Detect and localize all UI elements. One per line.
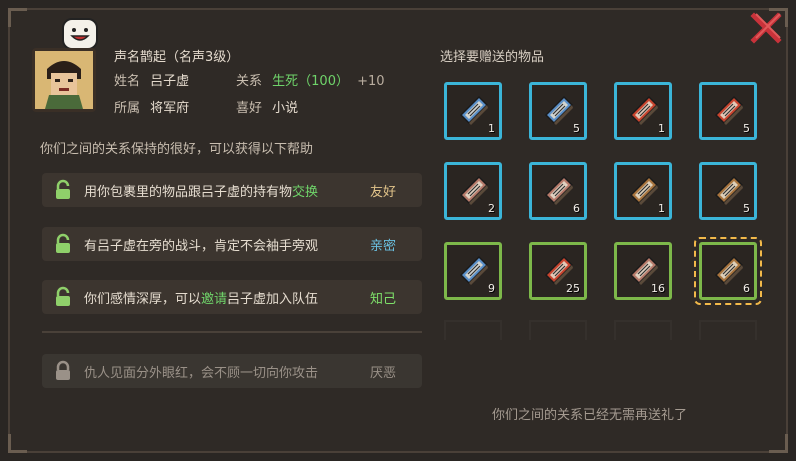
- item-count: 5: [573, 122, 580, 135]
- hobby-label: 喜好: [236, 101, 263, 116]
- benefit-highlight: 邀请: [201, 291, 228, 307]
- frame-corner: [769, 434, 788, 453]
- unlock-icon: [56, 233, 70, 253]
- item-slot[interactable]: 25: [529, 242, 587, 300]
- lock-icon: [56, 360, 70, 380]
- frame-corner: [8, 434, 27, 453]
- tier-label: 知己: [370, 291, 397, 307]
- item-slot[interactable]: 6: [694, 237, 762, 305]
- item-count: 6: [573, 202, 580, 215]
- book-icon: [459, 175, 489, 205]
- book-icon: [629, 95, 659, 125]
- item-slot[interactable]: 2: [444, 162, 502, 220]
- benefit-assist: 有吕子虚在旁的战斗，肯定不会袖手旁观 亲密: [42, 227, 422, 261]
- tier-label: 亲密: [370, 238, 397, 254]
- book-icon: [714, 255, 744, 285]
- benefit-desc: 仇人见面分外眼红，会不顾一切向你攻击: [84, 365, 319, 381]
- benefit-invite: 你们感情深厚，可以邀请吕子虚加入队伍 知己: [42, 280, 422, 314]
- item-slot[interactable]: 5: [699, 82, 757, 140]
- item-count: 6: [743, 282, 750, 295]
- item-count: 1: [658, 202, 665, 215]
- fame-text: 声名鹊起（名声3级）: [114, 50, 240, 65]
- book-icon: [459, 95, 489, 125]
- benefit-text: 用你包裹里的物品跟吕子虚的持有物: [84, 184, 293, 200]
- hobby-row: 喜好 小说: [236, 97, 298, 116]
- item-count: 25: [566, 282, 580, 295]
- relation-row: 关系 生死（100） +10: [236, 70, 385, 89]
- item-count: 5: [743, 122, 750, 135]
- item-count: 9: [488, 282, 495, 295]
- help-text: 你们之间的关系保持的很好，可以获得以下帮助: [40, 142, 314, 157]
- unlock-icon: [56, 286, 70, 306]
- benefit-desc: 你们感情深厚，可以邀请吕子虚加入队伍: [84, 288, 370, 307]
- benefit-desc: 有吕子虚在旁的战斗，肯定不会袖手旁观: [84, 238, 319, 254]
- relation-bonus: +10: [357, 74, 385, 89]
- benefit-highlight: 交换: [292, 184, 319, 200]
- empty-slot-hint: [614, 320, 672, 340]
- item-slot[interactable]: 1: [614, 82, 672, 140]
- item-slot[interactable]: 1: [444, 82, 502, 140]
- faction-row: 所属 将军府: [114, 97, 189, 116]
- relation-label: 关系: [236, 74, 263, 89]
- item-count: 2: [488, 202, 495, 215]
- faction-value: 将军府: [150, 101, 190, 116]
- benefit-trade: 用你包裹里的物品跟吕子虚的持有物交换 友好: [42, 173, 422, 207]
- item-count: 1: [658, 122, 665, 135]
- avatar: [32, 48, 96, 112]
- book-icon: [714, 95, 744, 125]
- character-name: 吕子虚: [150, 74, 190, 89]
- book-icon: [544, 95, 574, 125]
- close-icon[interactable]: [750, 10, 784, 44]
- name-row: 姓名 吕子虚: [114, 70, 189, 89]
- empty-slot-hint: [529, 320, 587, 340]
- benefit-text-end: 吕子虚加入队伍: [227, 291, 319, 307]
- item-slot[interactable]: 5: [529, 82, 587, 140]
- smile-emote-icon: [62, 18, 98, 50]
- item-slot[interactable]: 16: [614, 242, 672, 300]
- book-icon: [629, 175, 659, 205]
- relation-value: 生死（100）: [272, 74, 349, 89]
- hobby-value: 小说: [272, 101, 299, 116]
- frame-corner: [8, 8, 27, 27]
- item-slot[interactable]: 5: [699, 162, 757, 220]
- benefit-text: 你们感情深厚，可以: [84, 291, 202, 307]
- book-icon: [714, 175, 744, 205]
- benefit-desc: 用你包裹里的物品跟吕子虚的持有物交换: [84, 181, 370, 200]
- book-icon: [544, 175, 574, 205]
- tier-label: 友好: [370, 184, 397, 200]
- item-count: 16: [651, 282, 665, 295]
- divider: [42, 331, 422, 333]
- item-count: 5: [743, 202, 750, 215]
- name-label: 姓名: [114, 74, 141, 89]
- tier-label: 厌恶: [370, 365, 397, 381]
- items-title: 选择要赠送的物品: [440, 50, 545, 65]
- item-slot[interactable]: 9: [444, 242, 502, 300]
- empty-slot-hint: [699, 320, 757, 340]
- item-count: 1: [488, 122, 495, 135]
- empty-slot-hint: [444, 320, 502, 340]
- benefit-hostile: 仇人见面分外眼红，会不顾一切向你攻击 厌恶: [42, 354, 422, 388]
- item-slot[interactable]: 1: [614, 162, 672, 220]
- item-slot[interactable]: 6: [529, 162, 587, 220]
- unlock-icon: [56, 179, 70, 199]
- footer-text: 你们之间的关系已经无需再送礼了: [492, 408, 688, 423]
- book-icon: [459, 255, 489, 285]
- faction-label: 所属: [114, 101, 141, 116]
